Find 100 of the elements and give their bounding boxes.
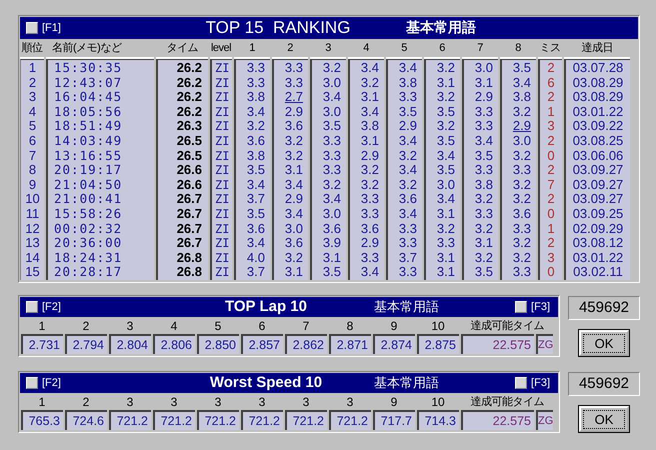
time-cell-text: 26.8 [176, 250, 203, 266]
name-cell-text: 20:36:00 [53, 236, 124, 251]
hotkey-label: [F2] [42, 300, 61, 313]
miss-cell-text: 2 [546, 163, 556, 178]
hotkey-label: [F1] [42, 22, 61, 34]
date-cell-text: 03.02.11 [572, 265, 624, 280]
value-cell: 765.3 [21, 410, 63, 430]
column-header: 2 [82, 318, 90, 334]
level-cell-text: ZI [214, 250, 230, 266]
lap-cell-text: 3.9 [322, 236, 342, 251]
lap-cell-text: 3.2 [360, 178, 380, 192]
checkbox-icon[interactable] [26, 376, 38, 389]
level-cell: ZG [536, 410, 553, 430]
lap-cell-text: 3.4 [398, 163, 418, 178]
lap-cell-text: 3.2 [436, 222, 456, 236]
checkbox-icon[interactable] [515, 300, 528, 313]
lap-cell-text: 3.6 [284, 119, 304, 134]
miss-cell-text: 3 [546, 250, 556, 266]
checkbox-icon[interactable] [26, 22, 38, 34]
lap-cell-text: 3.8 [398, 76, 418, 90]
value-cell: 721.2 [109, 410, 151, 430]
level-cell-text: ZI [214, 104, 230, 120]
date-cell-text: 03.01.22 [572, 104, 624, 120]
lap-cell-text: 3.2 [474, 192, 494, 207]
lap-cell-text: 2.9 [360, 236, 380, 251]
lap-cell-text: 3.2 [512, 192, 532, 207]
lap-cell-text: 3.2 [436, 90, 456, 105]
rank-cell-text: 10 [24, 192, 41, 207]
checkbox-icon[interactable] [515, 376, 528, 389]
rank-cell-text: 11 [24, 206, 40, 222]
column-header: 1 [38, 318, 46, 334]
lap-cell-text: 3.0 [322, 206, 342, 222]
column-header: 2 [82, 394, 90, 410]
lap-cell-text: 3.1 [436, 250, 456, 266]
lap-cell-text: 3.1 [322, 250, 342, 266]
lap-cell-text: 3.5 [322, 265, 342, 280]
lap-cell-text: 3.4 [398, 206, 418, 222]
miss-cell-text: 0 [546, 265, 556, 280]
column-header: 達成可能タイム [469, 318, 545, 334]
lap-cell-text: 3.4 [246, 104, 266, 120]
lap-cell-text: 3.0 [322, 76, 342, 90]
date-cell-text: 03.09.27 [572, 178, 624, 192]
rank-cell-text: 2 [28, 76, 38, 90]
miss-cell-text: 2 [546, 90, 556, 105]
name-cell-text: 21:04:50 [53, 178, 124, 192]
ok-button[interactable]: OK [579, 330, 629, 356]
lap-cell-text: 3.1 [284, 163, 304, 178]
checkbox-icon[interactable] [26, 300, 38, 313]
column-header: 3 [126, 394, 134, 410]
level-cell-text: ZI [214, 163, 230, 178]
lap-cell-text: 3.0 [512, 134, 532, 149]
value-cell: 717.7 [373, 410, 415, 430]
level-cell-text: ZI [214, 236, 230, 251]
lap-cell-text: 3.3 [322, 148, 342, 164]
ok-button[interactable]: OK [579, 406, 629, 432]
lap-cell-text: 3.4 [398, 61, 418, 76]
value-cell: 2.804 [109, 334, 151, 354]
lap-cell-text: 3.3 [360, 192, 380, 207]
value-cell: 2.875 [417, 334, 459, 354]
lap-cell-text: 3.3 [322, 134, 342, 149]
column-header: 3 [214, 394, 222, 410]
lap-cell-text: 3.7 [398, 250, 418, 266]
time-cell-text: 26.5 [176, 148, 203, 164]
lap-cell-text: 3.2 [322, 61, 342, 76]
miss-cell-text: 1 [546, 104, 556, 120]
column-header: 10 [430, 394, 446, 410]
rank-cell-text: 7 [28, 148, 38, 164]
rank-cell-text: 9 [28, 178, 38, 192]
lap-cell-text: 3.3 [474, 206, 494, 222]
name-cell-text: 00:02:32 [53, 222, 124, 236]
value-cell: 721.2 [285, 410, 327, 430]
lap-cell-text: 3.3 [322, 163, 342, 178]
lap-cell-text: 3.3 [474, 104, 494, 120]
lap-cell-text: 3.3 [512, 265, 532, 280]
level-cell-text: ZI [214, 119, 230, 134]
lap-cell-text: 3.1 [284, 265, 304, 280]
lap-cell-text: 3.3 [398, 236, 418, 251]
date-cell-text: 02.09.29 [572, 222, 624, 236]
lap-cell-text: 2.7 [284, 90, 304, 105]
lap-cell-text: 3.4 [246, 236, 266, 251]
lap-cell-text: 3.2 [398, 148, 418, 164]
lap-cell-text: 3.0 [284, 222, 304, 236]
rank-cell-text: 6 [28, 134, 38, 149]
lap-cell-text: 2.9 [398, 119, 418, 134]
level-cell-text: ZI [214, 265, 230, 280]
date-cell-text: 03.09.27 [572, 163, 624, 178]
name-cell-text: 18:05:56 [53, 104, 124, 120]
level-cell-text: ZI [214, 76, 230, 90]
lap-cell-text: 3.3 [284, 61, 304, 76]
lap-cell-text: 3.4 [436, 192, 456, 207]
miss-cell-text: 0 [546, 206, 556, 222]
column-header: 9 [390, 394, 398, 410]
target-time-cell: 22.575 [461, 410, 534, 430]
panel-subtitle: 基本常用語 [374, 374, 439, 392]
score-field: 459692 [568, 372, 640, 396]
lap-cell-text: 3.3 [474, 119, 494, 134]
lap-cell-text: 3.4 [360, 61, 380, 76]
lap-cell-text: 2.9 [284, 104, 304, 120]
lap-cell-text: 3.1 [474, 236, 494, 251]
hotkey-label: [F3] [531, 376, 550, 389]
